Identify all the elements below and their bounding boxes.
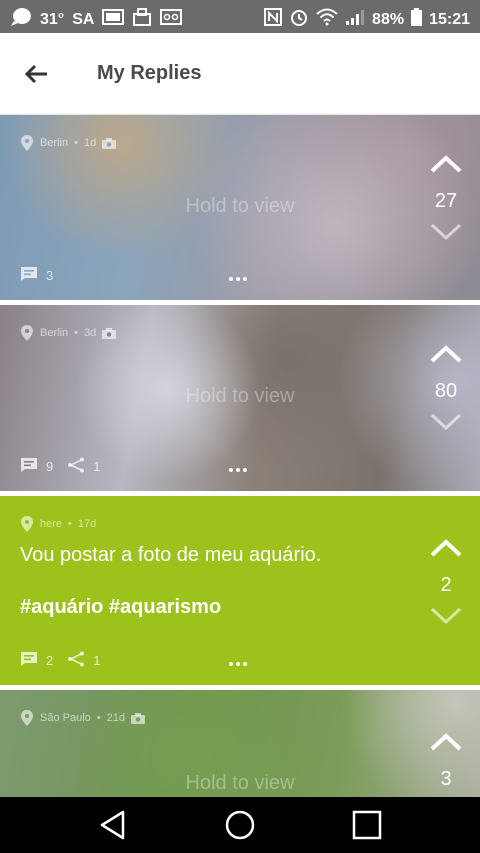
comment-icon: [20, 457, 38, 476]
post-card[interactable]: São Paulo • 21d Hold to view 3: [0, 690, 480, 800]
post-meta: São Paulo • 21d: [20, 709, 145, 727]
post-hashtags[interactable]: #aquário #aquarismo: [20, 596, 221, 619]
voicemail-icon: [160, 9, 183, 30]
location-pin-icon: [20, 709, 34, 727]
post-card[interactable]: Berlin • 3d Hold to view 80 9 1: [0, 305, 480, 491]
vote-control: 3: [428, 733, 464, 800]
more-options-button[interactable]: [229, 277, 247, 281]
hold-to-view-label[interactable]: Hold to view: [0, 772, 480, 795]
network-icon: [132, 8, 152, 31]
vote-control: 27: [428, 155, 464, 246]
nav-back-icon[interactable]: [98, 809, 128, 846]
separator: •: [96, 712, 101, 724]
post-age: 3d: [83, 327, 97, 339]
location-pin-icon: [20, 324, 34, 342]
separator: •: [68, 518, 72, 530]
post-footer: 9 1: [20, 457, 100, 476]
nav-recents-icon[interactable]: [352, 809, 382, 846]
comment-count: 3: [46, 268, 54, 283]
downvote-button[interactable]: [428, 413, 464, 436]
chat-bubble-icon: [10, 7, 32, 32]
share-icon: [67, 651, 85, 670]
comment-count: 9: [46, 459, 54, 474]
more-options-button[interactable]: [229, 468, 247, 472]
downvote-button[interactable]: [428, 607, 464, 630]
arrow-left-icon: [20, 64, 54, 93]
upvote-button[interactable]: [428, 345, 464, 368]
camera-icon: [102, 327, 117, 339]
post-footer: 3: [20, 266, 53, 285]
vote-control: 80: [428, 345, 464, 436]
separator: •: [74, 137, 78, 149]
clock: 15:21: [429, 10, 470, 28]
back-button[interactable]: [20, 59, 54, 89]
ge-icon: [102, 9, 125, 30]
vote-count: 3: [440, 768, 452, 790]
battery-percent: 88%: [372, 10, 405, 28]
post-age: 21d: [106, 712, 125, 724]
location-pin-icon: [20, 134, 34, 152]
nav-home-icon[interactable]: [224, 809, 256, 846]
alarm-icon: [289, 7, 309, 32]
upvote-button[interactable]: [428, 539, 464, 562]
comment-icon: [20, 266, 38, 285]
downvote-button[interactable]: [428, 223, 464, 246]
post-location: Berlin: [40, 327, 69, 339]
post-meta: here • 17d: [20, 515, 96, 533]
post-age: 17d: [77, 518, 97, 530]
post-meta: Berlin • 1d: [20, 134, 117, 152]
day-label: SA: [72, 10, 95, 28]
post-footer: 2 1: [20, 651, 100, 670]
vote-count: 80: [434, 380, 458, 402]
location-pin-icon: [20, 515, 34, 533]
camera-icon: [130, 712, 145, 724]
status-bar: 31° SA 88% 15:21: [0, 0, 480, 33]
page-title: My Replies: [97, 62, 202, 84]
vote-count: 27: [434, 190, 458, 212]
post-card[interactable]: Berlin • 1d Hold to view 27 3: [0, 115, 480, 300]
camera-icon: [102, 137, 117, 149]
post-location: here: [40, 518, 63, 530]
post-location: Berlin: [40, 137, 69, 149]
post-age: 1d: [83, 137, 97, 149]
comment-count: 2: [46, 653, 54, 668]
vote-control: 2: [428, 539, 464, 630]
comment-icon: [20, 651, 38, 670]
more-options-button[interactable]: [229, 662, 247, 666]
post-meta: Berlin • 3d: [20, 324, 117, 342]
separator: •: [74, 327, 78, 339]
post-location: São Paulo: [40, 712, 91, 724]
hold-to-view-label[interactable]: Hold to view: [0, 385, 480, 408]
post-card[interactable]: here • 17d Vou postar a foto de meu aquá…: [0, 496, 480, 685]
share-count: 1: [93, 459, 101, 474]
wifi-icon: [316, 8, 338, 31]
share-icon: [67, 457, 85, 476]
post-text: Vou postar a foto de meu aquário.: [20, 544, 322, 566]
hold-to-view-label[interactable]: Hold to view: [0, 195, 480, 218]
battery-icon: [411, 8, 423, 31]
app-bar: My Replies: [0, 33, 480, 115]
vote-count: 2: [440, 574, 452, 596]
signal-icon: [345, 8, 365, 31]
share-count: 1: [93, 653, 101, 668]
system-nav-bar: [0, 797, 480, 853]
temperature: 31°: [40, 10, 65, 28]
upvote-button[interactable]: [428, 733, 464, 756]
upvote-button[interactable]: [428, 155, 464, 178]
nfc-icon: [264, 8, 283, 31]
